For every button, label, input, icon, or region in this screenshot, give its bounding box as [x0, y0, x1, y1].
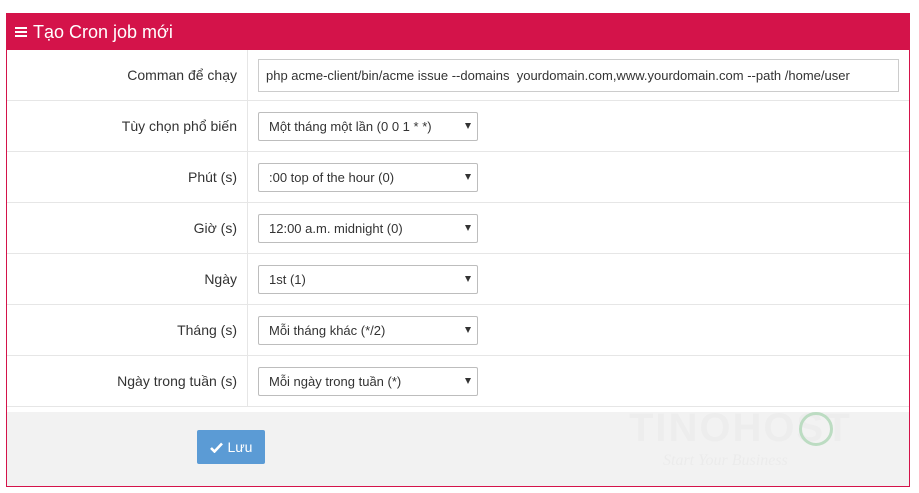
- preset-selected-value: Một tháng một lần (0 0 1 * *): [269, 118, 432, 134]
- preset-row: Tùy chọn phổ biến Một tháng một lần (0 0…: [7, 101, 909, 152]
- day-selected-value: 1st (1): [269, 271, 306, 287]
- minute-select[interactable]: :00 top of the hour (0): [258, 162, 478, 192]
- month-row: Tháng (s) Mỗi tháng khác (*/2): [7, 305, 909, 356]
- dropdown-arrow-icon: [465, 122, 471, 129]
- hour-row: Giờ (s) 12:00 a.m. midnight (0): [7, 203, 909, 254]
- cron-job-panel: Tạo Cron job mới Comman để chạy Tùy chọn…: [6, 13, 910, 487]
- hour-selected-value: 12:00 a.m. midnight (0): [269, 220, 403, 236]
- watermark-logo: TINOHOST Start Your Business: [629, 406, 889, 476]
- dropdown-arrow-icon: [465, 173, 471, 180]
- preset-label: Tùy chọn phổ biến: [7, 101, 248, 151]
- minute-selected-value: :00 top of the hour (0): [269, 169, 395, 185]
- weekday-select[interactable]: Mỗi ngày trong tuần (*): [258, 366, 478, 396]
- dropdown-arrow-icon: [465, 326, 471, 333]
- month-select[interactable]: Mỗi tháng khác (*/2): [258, 315, 478, 345]
- weekday-row: Ngày trong tuần (s) Mỗi ngày trong tuần …: [7, 356, 909, 407]
- day-label: Ngày: [7, 254, 248, 304]
- menu-icon: [15, 27, 27, 37]
- month-selected-value: Mỗi tháng khác (*/2): [269, 322, 386, 338]
- panel-header: Tạo Cron job mới: [7, 14, 909, 50]
- day-select[interactable]: 1st (1): [258, 264, 478, 294]
- save-button[interactable]: Lưu: [197, 430, 265, 464]
- dropdown-arrow-icon: [465, 275, 471, 282]
- weekday-selected-value: Mỗi ngày trong tuần (*): [269, 373, 402, 389]
- watermark-tagline: Start Your Business: [663, 452, 788, 469]
- dropdown-arrow-icon: [465, 224, 471, 231]
- preset-select[interactable]: Một tháng một lần (0 0 1 * *): [258, 111, 478, 141]
- hour-select[interactable]: 12:00 a.m. midnight (0): [258, 213, 478, 243]
- weekday-label: Ngày trong tuần (s): [7, 356, 248, 406]
- day-row: Ngày 1st (1): [7, 254, 909, 305]
- hour-label: Giờ (s): [7, 203, 248, 253]
- command-input[interactable]: [258, 58, 899, 92]
- dropdown-arrow-icon: [465, 377, 471, 384]
- minute-label: Phút (s): [7, 152, 248, 202]
- command-row: Comman để chạy: [7, 50, 909, 101]
- minute-row: Phút (s) :00 top of the hour (0): [7, 152, 909, 203]
- panel-title: Tạo Cron job mới: [33, 21, 173, 42]
- month-label: Tháng (s): [7, 305, 248, 355]
- save-button-label: Lưu: [227, 439, 253, 455]
- command-label: Comman để chạy: [7, 50, 248, 100]
- checkmark-icon: [209, 442, 223, 453]
- form-footer: Lưu TINOHOST Start Your Business: [7, 406, 909, 486]
- cloud-icon: [799, 412, 833, 446]
